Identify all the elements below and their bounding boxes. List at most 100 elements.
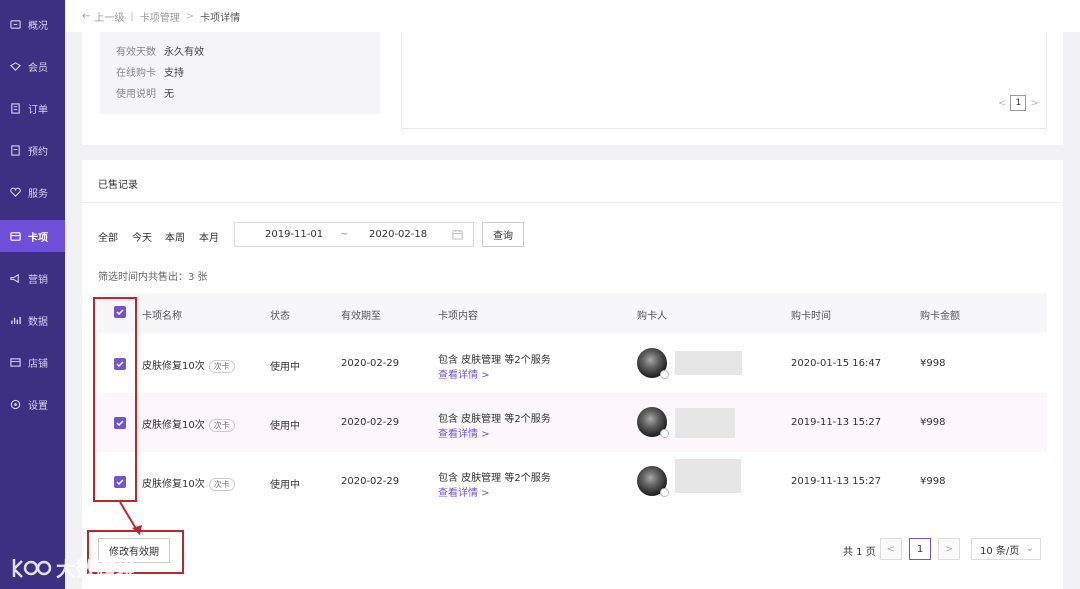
table-row[interactable] bbox=[98, 334, 1047, 393]
watermark-logo-icon bbox=[12, 558, 52, 578]
sidebar-item-label: 数据 bbox=[28, 316, 48, 328]
sidebar-item-marketing[interactable]: 营销 bbox=[0, 262, 65, 294]
booking-icon bbox=[10, 144, 21, 156]
table-row[interactable] bbox=[98, 452, 1047, 511]
card-type-tag: 次卡 bbox=[208, 478, 235, 491]
service-icon bbox=[10, 187, 21, 198]
card-type-tag: 次卡 bbox=[208, 360, 235, 373]
male-icon bbox=[660, 429, 669, 438]
buyer-name-redacted bbox=[675, 408, 735, 438]
breadcrumb: ← 上一级 | 卡项管理 > 卡项详情 bbox=[65, 0, 1080, 32]
buyer-name-redacted bbox=[675, 351, 742, 375]
info-key: 使用说明 bbox=[116, 89, 156, 100]
amount-cell: ¥998 bbox=[920, 358, 946, 369]
avatar[interactable] bbox=[637, 466, 669, 497]
sidebar-item-order[interactable]: 订单 bbox=[0, 92, 65, 124]
column-header-amount: 购卡金额 bbox=[920, 311, 960, 322]
table-row[interactable] bbox=[98, 393, 1047, 452]
shop-icon bbox=[10, 357, 21, 368]
mini-pagination: < 1 > bbox=[998, 95, 1039, 111]
card-name: 皮肤修复10次 bbox=[142, 479, 205, 490]
view-details-link[interactable]: 查看详情 > bbox=[438, 484, 490, 499]
column-header-time: 购卡时间 bbox=[791, 311, 831, 322]
section-title: 已售记录 bbox=[98, 180, 138, 191]
breadcrumb-separator: | bbox=[130, 10, 134, 22]
avatar[interactable] bbox=[637, 348, 669, 379]
sidebar-item-overview[interactable]: 概况 bbox=[0, 8, 65, 40]
date-range-picker[interactable]: 2019-11-01 ~ 2020-02-18 bbox=[234, 222, 474, 247]
prev-page-button[interactable]: < bbox=[880, 538, 902, 560]
sidebar-item-service[interactable]: 服务 bbox=[0, 176, 65, 208]
info-row-online: 在线购卡 支持 bbox=[116, 64, 184, 79]
filter-week[interactable]: 本周 bbox=[165, 229, 185, 244]
info-row-validity: 有效天数 永久有效 bbox=[116, 43, 204, 58]
query-button[interactable]: 查询 bbox=[482, 222, 524, 247]
sidebar-item-label: 预约 bbox=[28, 146, 48, 158]
sidebar-item-label: 营销 bbox=[28, 274, 48, 286]
member-icon bbox=[10, 61, 21, 72]
card-name: 皮肤修复10次 bbox=[142, 361, 205, 372]
expiry-cell: 2020-02-29 bbox=[341, 358, 400, 369]
sold-summary: 筛选时间内共售出：3 张 bbox=[98, 272, 208, 283]
mini-page-current[interactable]: 1 bbox=[1010, 95, 1027, 111]
view-details-link[interactable]: 查看详情 > bbox=[438, 366, 490, 381]
sidebar-item-shop[interactable]: 店铺 bbox=[0, 346, 65, 378]
buyer-name-redacted bbox=[675, 459, 741, 493]
card-type-tag: 次卡 bbox=[208, 419, 235, 432]
filter-all[interactable]: 全部 bbox=[98, 229, 118, 244]
breadcrumb-back[interactable]: 上一级 bbox=[94, 9, 124, 24]
status-cell: 使用中 bbox=[270, 480, 300, 491]
date-start[interactable]: 2019-11-01 bbox=[265, 229, 323, 240]
order-icon bbox=[10, 102, 21, 114]
service-list-box bbox=[401, 32, 1047, 129]
info-value: 支持 bbox=[164, 68, 184, 79]
date-end[interactable]: 2020-02-18 bbox=[369, 229, 427, 240]
time-cell: 2019-11-13 15:27 bbox=[791, 417, 882, 428]
sidebar-item-booking[interactable]: 预约 bbox=[0, 134, 65, 166]
back-icon[interactable]: ← bbox=[82, 11, 90, 22]
status-cell: 使用中 bbox=[270, 421, 300, 432]
watermark: 大数跨境 bbox=[10, 553, 136, 582]
table-header bbox=[98, 293, 1047, 333]
sidebar-item-label: 订单 bbox=[28, 104, 48, 116]
filter-today[interactable]: 今天 bbox=[132, 229, 152, 244]
card-name-cell: 皮肤修复10次 次卡 bbox=[142, 357, 235, 373]
filter-month[interactable]: 本月 bbox=[199, 229, 219, 244]
card-name-cell: 皮肤修复10次 次卡 bbox=[142, 475, 235, 491]
time-cell: 2019-11-13 15:27 bbox=[791, 476, 882, 487]
chevron-right-icon: > bbox=[185, 10, 195, 22]
time-cell: 2020-01-15 16:47 bbox=[791, 358, 882, 369]
column-header-content: 卡项内容 bbox=[438, 311, 478, 322]
avatar[interactable] bbox=[637, 407, 669, 438]
male-icon bbox=[660, 370, 669, 379]
date-separator: ~ bbox=[340, 229, 349, 240]
chevron-left-icon: < bbox=[886, 543, 896, 555]
calendar-icon[interactable] bbox=[452, 229, 463, 240]
next-page-icon[interactable]: > bbox=[1030, 98, 1038, 109]
sidebar-item-member[interactable]: 会员 bbox=[0, 50, 65, 82]
info-value: 无 bbox=[164, 89, 174, 100]
sidebar-item-label: 概况 bbox=[28, 20, 48, 32]
status-cell: 使用中 bbox=[270, 362, 300, 373]
next-page-button[interactable]: > bbox=[938, 538, 960, 560]
content-cell: 包含 皮肤管理 等2个服务 bbox=[438, 473, 551, 484]
data-icon bbox=[10, 315, 21, 326]
sidebar-item-settings[interactable]: 设置 bbox=[0, 388, 65, 420]
sidebar-item-data[interactable]: 数据 bbox=[0, 304, 65, 336]
content-cell: 包含 皮肤管理 等2个服务 bbox=[438, 355, 551, 366]
sidebar-item-label: 会员 bbox=[28, 62, 48, 74]
checkbox-highlight-annotation bbox=[93, 297, 137, 502]
column-header-expiry: 有效期至 bbox=[341, 311, 381, 322]
sidebar-item-card[interactable]: 卡项 bbox=[0, 220, 65, 252]
info-key: 有效天数 bbox=[116, 47, 156, 58]
male-icon bbox=[660, 488, 669, 497]
sidebar: 概况 会员 订单 预约 服务 卡项 营销 数据 店铺 设置 bbox=[0, 0, 65, 589]
breadcrumb-parent[interactable]: 卡项管理 bbox=[140, 9, 180, 24]
page-current[interactable]: 1 bbox=[909, 538, 931, 560]
settings-icon bbox=[10, 399, 21, 410]
page-size-select[interactable]: 10 条/页 ⌄ bbox=[971, 538, 1041, 560]
view-details-link[interactable]: 查看详情 > bbox=[438, 425, 490, 440]
column-header-buyer: 购卡人 bbox=[637, 311, 667, 322]
prev-page-icon[interactable]: < bbox=[998, 98, 1006, 109]
divider bbox=[82, 202, 1063, 203]
